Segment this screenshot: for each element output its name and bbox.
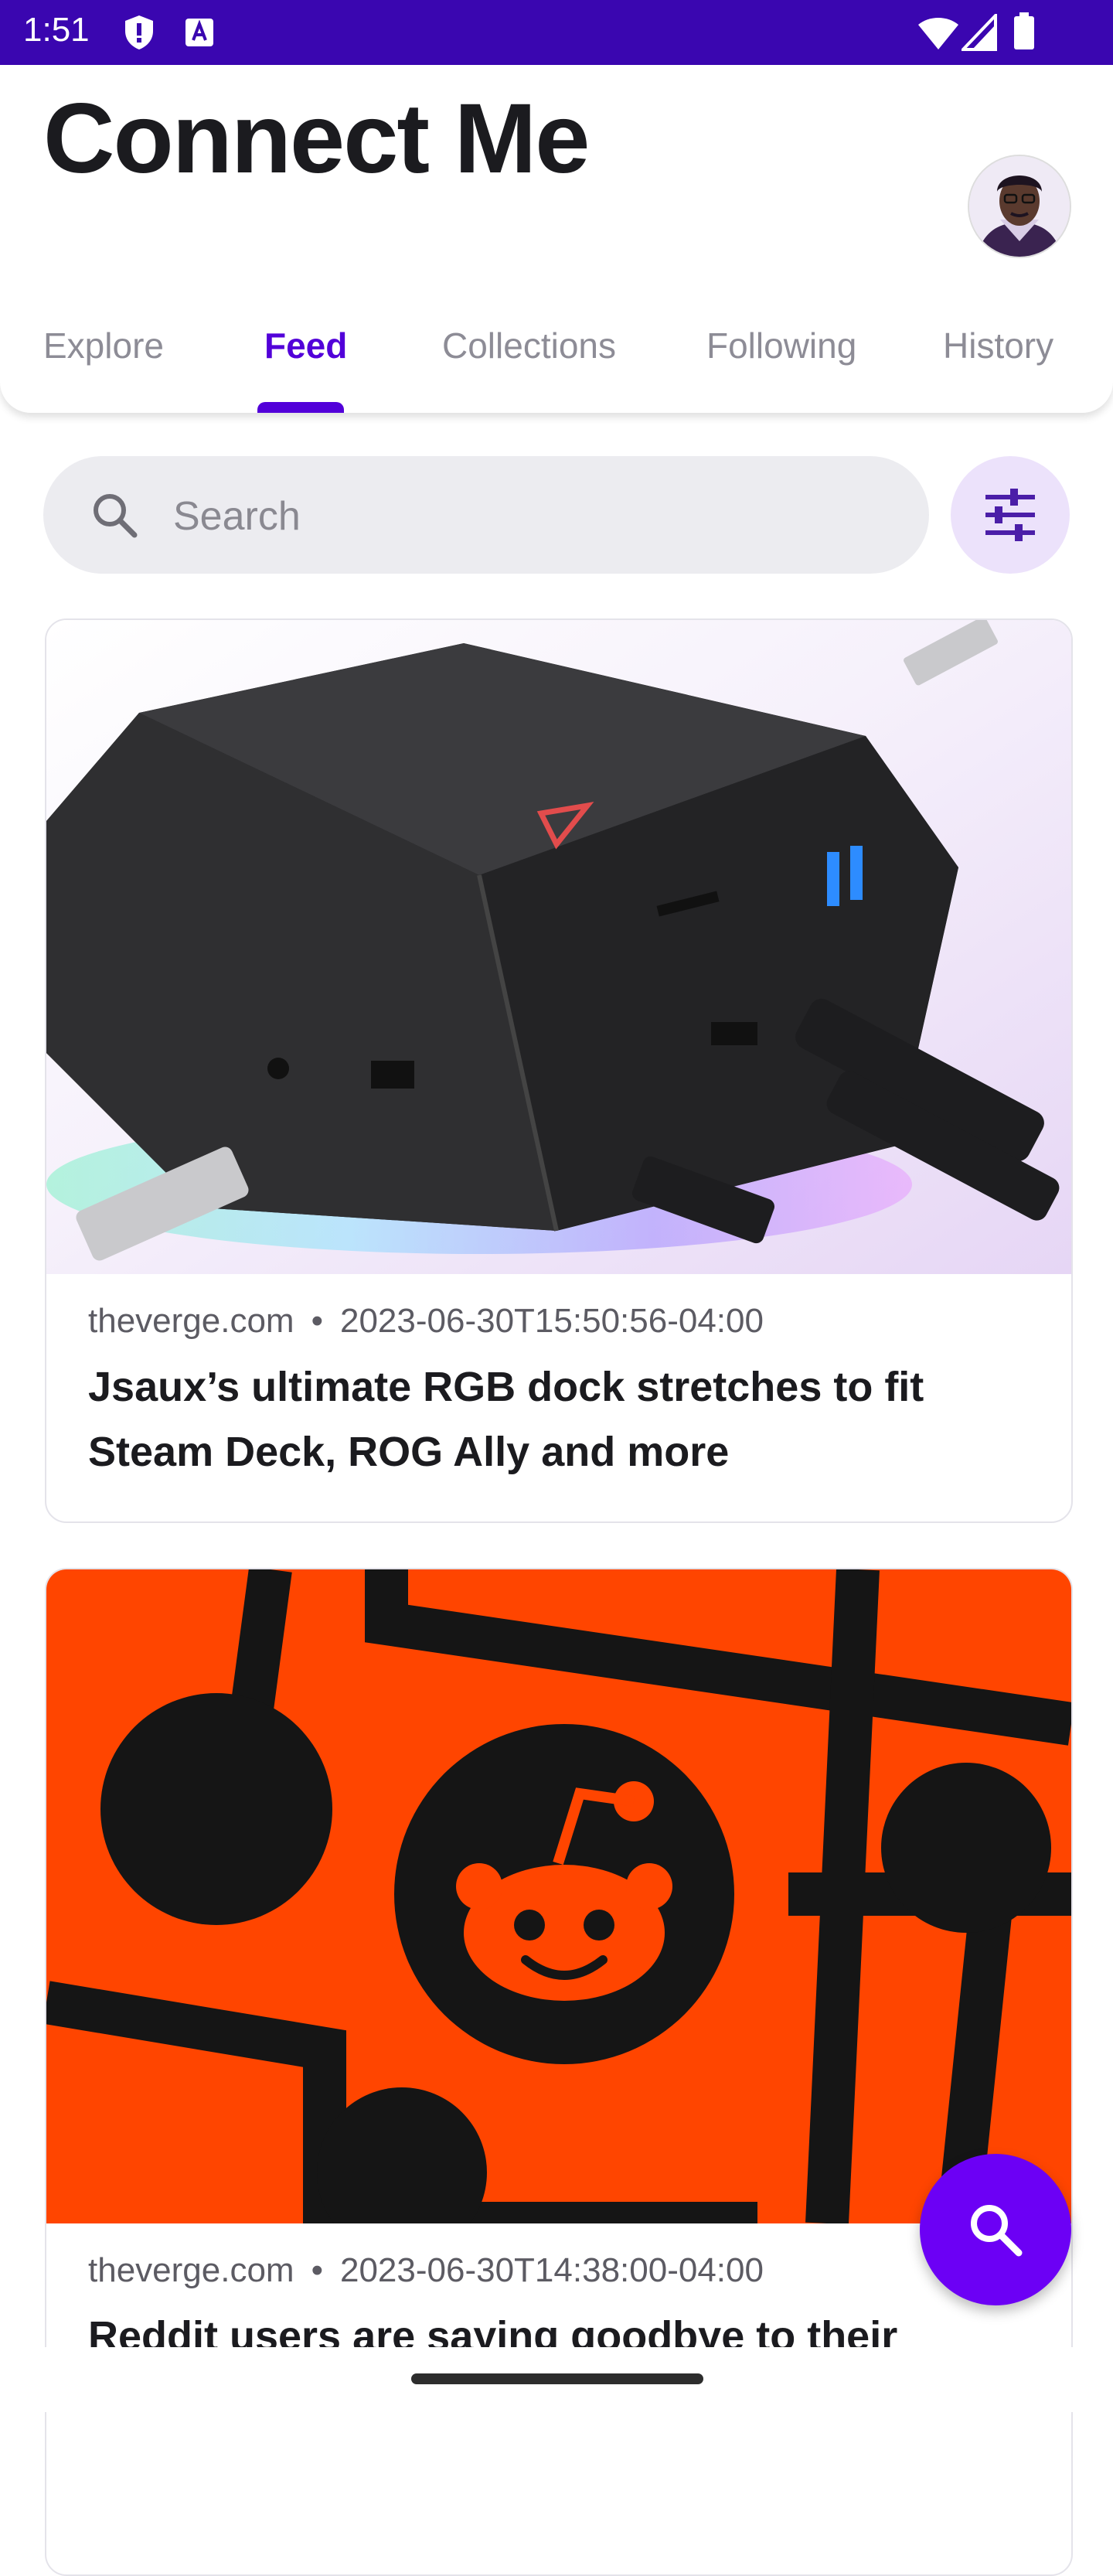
search-placeholder: Search xyxy=(173,494,301,539)
tab-following[interactable]: Following xyxy=(706,325,856,366)
article-meta: theverge.com • 2023-06-30T14:38:00-04:00 xyxy=(88,2251,764,2290)
filter-button[interactable] xyxy=(951,456,1070,574)
status-bar: 1:51 xyxy=(0,0,1113,65)
article-meta: theverge.com • 2023-06-30T15:50:56-04:00 xyxy=(88,1302,764,1341)
meta-separator: • xyxy=(311,1302,323,1340)
search-icon xyxy=(90,490,139,543)
feed-card[interactable]: theverge.com • 2023-06-30T15:50:56-04:00 J… xyxy=(45,618,1073,1523)
tab-collections[interactable]: Collections xyxy=(442,325,616,366)
feed-card[interactable]: theverge.com • 2023-06-30T14:38:00-04:00 R… xyxy=(45,1568,1073,2576)
tab-explore[interactable]: Explore xyxy=(43,325,164,366)
active-tab-indicator xyxy=(257,402,344,413)
search-input[interactable]: Search xyxy=(43,456,929,574)
avatar[interactable] xyxy=(968,155,1071,258)
article-headline[interactable]: Jsaux’s ultimate RGB dock stretches to f… xyxy=(88,1354,1031,1484)
a-icon xyxy=(184,17,215,52)
tab-history[interactable]: History xyxy=(943,325,1053,366)
article-source: theverge.com xyxy=(88,1302,294,1340)
article-timestamp: 2023-06-30T14:38:00-04:00 xyxy=(339,2251,764,2289)
battery-icon xyxy=(1013,12,1036,55)
home-gesture-bar[interactable] xyxy=(411,2373,703,2384)
shield-icon xyxy=(122,14,156,55)
reddit-illustration-image xyxy=(46,1569,1071,2223)
rgb-dock-image xyxy=(46,620,1071,1274)
article-source: theverge.com xyxy=(88,2251,294,2289)
page-title: Connect Me xyxy=(43,83,590,194)
tune-icon xyxy=(985,489,1035,541)
profile-avatar-icon xyxy=(969,156,1070,257)
wifi-icon xyxy=(917,14,960,55)
tab-feed[interactable]: Feed xyxy=(264,325,347,366)
search-fab-button[interactable] xyxy=(920,2154,1071,2305)
search-icon xyxy=(971,2205,1023,2257)
meta-separator: • xyxy=(311,2251,323,2289)
status-time: 1:51 xyxy=(23,11,90,49)
article-timestamp: 2023-06-30T15:50:56-04:00 xyxy=(339,1302,764,1340)
signal-icon xyxy=(959,12,997,55)
